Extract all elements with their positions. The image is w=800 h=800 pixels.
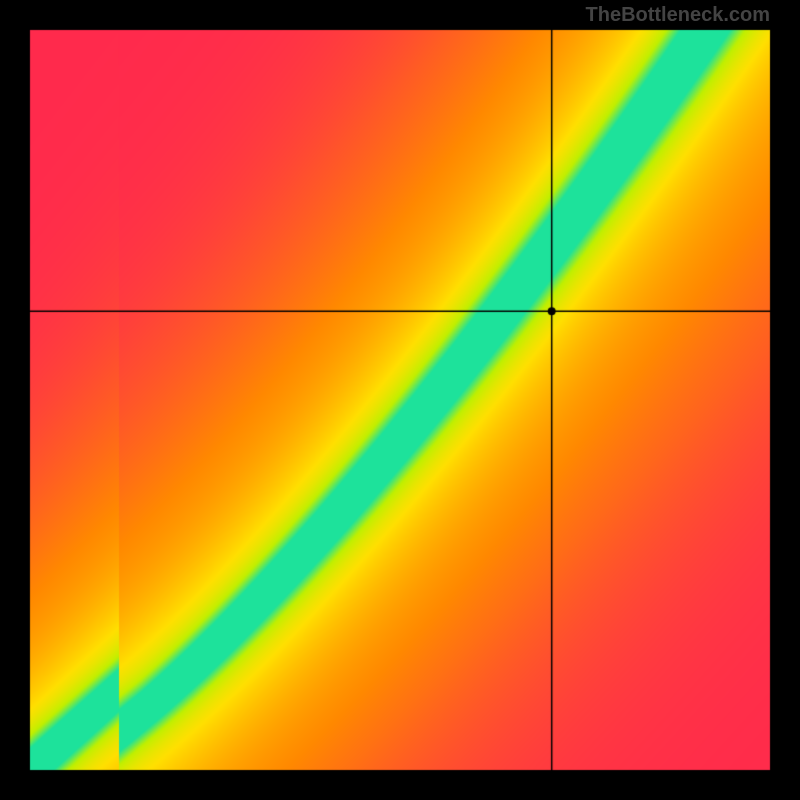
watermark-text: TheBottleneck.com [586,4,770,27]
chart-container: TheBottleneck.com [0,0,800,800]
bottleneck-heatmap [0,0,800,800]
